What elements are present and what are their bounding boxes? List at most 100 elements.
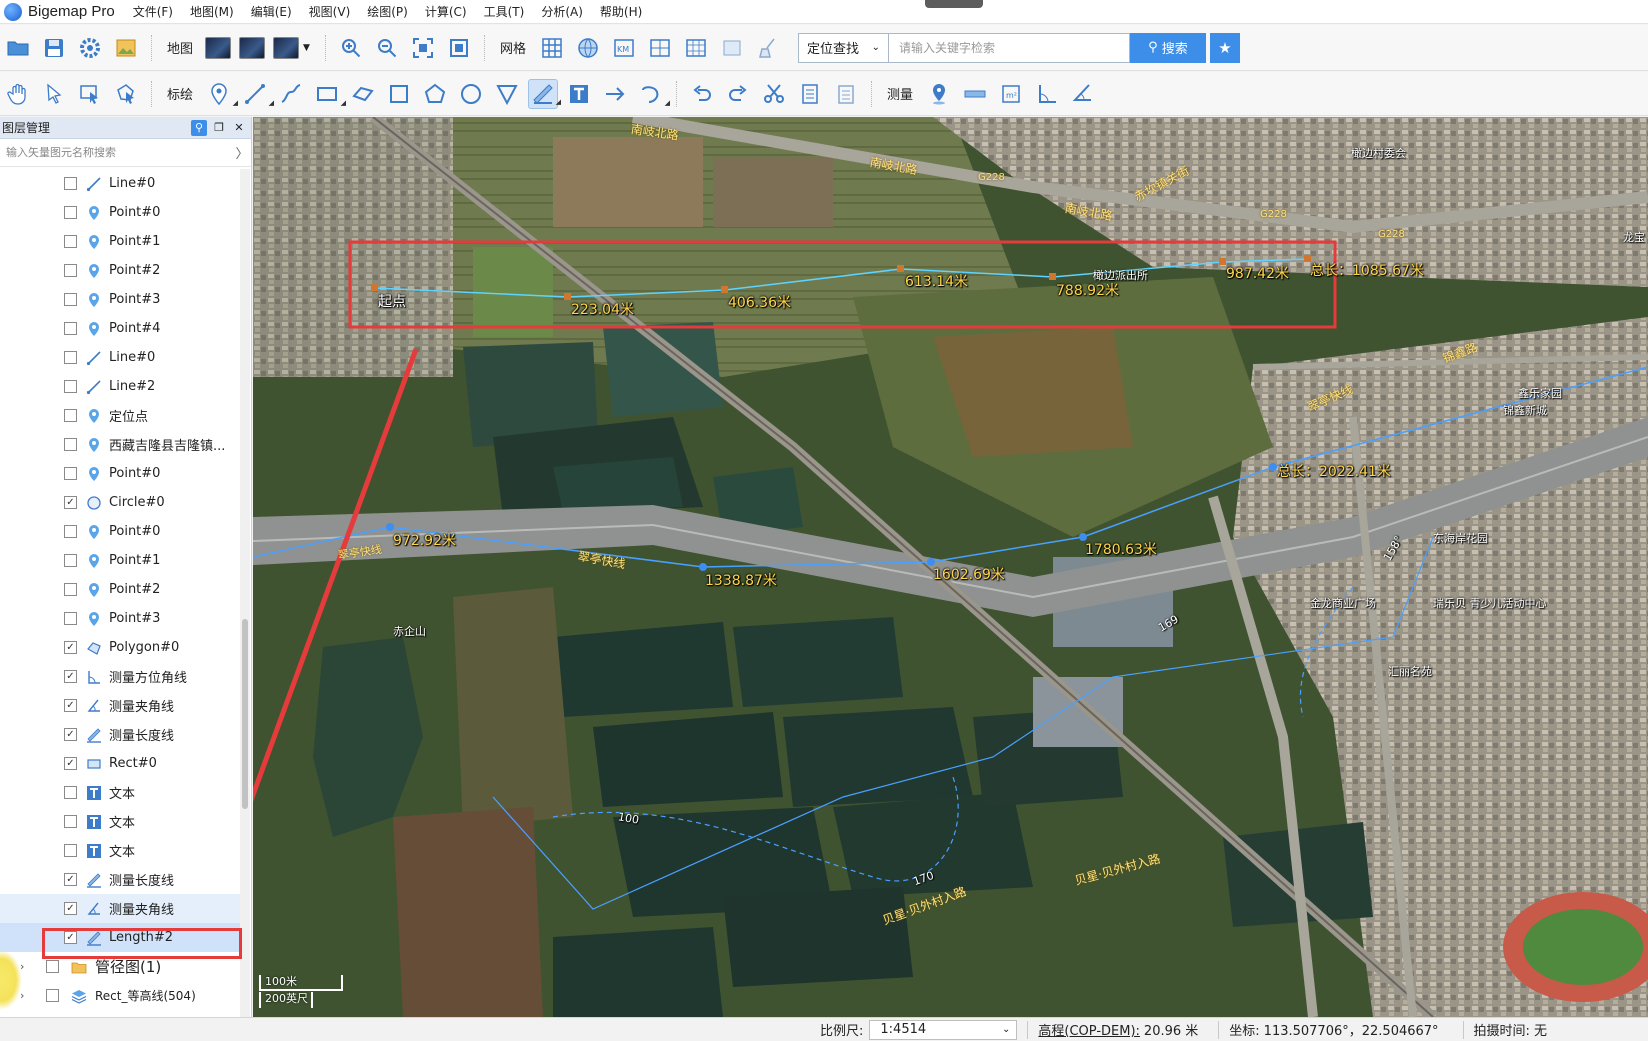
measure-azimuth-button[interactable] xyxy=(1032,79,1062,109)
layer-checkbox[interactable] xyxy=(64,235,77,248)
layer-checkbox[interactable]: ✓ xyxy=(64,496,77,509)
layer-checkbox[interactable] xyxy=(64,177,77,190)
measure-angle-button[interactable] xyxy=(1068,79,1098,109)
layer-checkbox[interactable] xyxy=(64,206,77,219)
layer-checkbox[interactable] xyxy=(64,583,77,596)
layer-checkbox[interactable] xyxy=(64,844,77,857)
grid-button[interactable] xyxy=(537,33,567,63)
draw-curve-arrow-button[interactable]: ◢ xyxy=(636,79,670,109)
layer-checkbox[interactable] xyxy=(64,554,77,567)
draw-point-button[interactable]: ◢ xyxy=(204,79,238,109)
layer-checkbox[interactable] xyxy=(64,409,77,422)
open-folder-button[interactable] xyxy=(3,33,33,63)
close-icon[interactable]: ✕ xyxy=(231,120,247,136)
layer-item[interactable]: ✓ Rect#0 xyxy=(0,749,240,778)
paste-button[interactable] xyxy=(831,79,861,109)
layer-checkbox[interactable]: ✓ xyxy=(64,670,77,683)
draw-parallelogram-button[interactable] xyxy=(348,79,378,109)
draw-arrow-button[interactable] xyxy=(600,79,630,109)
layer-item[interactable]: Point#3 xyxy=(0,604,240,633)
measure-area-button[interactable]: m² xyxy=(996,79,1026,109)
menu-tools[interactable]: 工具(T) xyxy=(484,3,525,20)
layer-item[interactable]: ✓ Polygon#0 xyxy=(0,633,240,662)
layer-item[interactable]: ✓ 测量长度线 xyxy=(0,720,240,749)
layer-item[interactable]: Point#0 xyxy=(0,459,240,488)
scale-select[interactable]: 1:4514 ⌄ xyxy=(869,1019,1018,1040)
map-source-night-button[interactable] xyxy=(239,36,266,59)
menu-help[interactable]: 帮助(H) xyxy=(600,3,642,20)
layer-checkbox[interactable]: ✓ xyxy=(64,902,77,915)
search-icon[interactable]: ⚲ xyxy=(191,119,207,136)
layer-item[interactable]: 文本 xyxy=(0,836,240,865)
window-grip[interactable] xyxy=(925,0,983,8)
latlng-grid-button[interactable] xyxy=(573,33,603,63)
favorite-button[interactable]: ★ xyxy=(1209,32,1240,63)
undo-button[interactable] xyxy=(687,79,717,109)
menu-view[interactable]: 视图(V) xyxy=(309,3,351,20)
box-select-button[interactable] xyxy=(75,79,105,109)
layer-item[interactable]: Point#4 xyxy=(0,314,240,343)
layer-item[interactable]: ✓ Circle#0 xyxy=(0,488,240,517)
layer-checkbox[interactable] xyxy=(64,380,77,393)
layer-checkbox[interactable]: ✓ xyxy=(64,757,77,770)
scrollbar-thumb[interactable] xyxy=(242,619,248,809)
image-button[interactable] xyxy=(111,33,141,63)
menu-calc[interactable]: 计算(C) xyxy=(425,3,467,20)
menu-analysis[interactable]: 分析(A) xyxy=(541,3,583,20)
layer-item[interactable]: Point#0 xyxy=(0,517,240,546)
copy-button[interactable] xyxy=(795,79,825,109)
zoom-extent-button[interactable] xyxy=(408,33,438,63)
zoom-in-button[interactable] xyxy=(336,33,366,63)
draw-polygon-button[interactable] xyxy=(420,79,450,109)
draw-circle-button[interactable] xyxy=(456,79,486,109)
draw-rect-button[interactable]: ◢ xyxy=(312,79,346,109)
clear-button[interactable] xyxy=(753,33,783,63)
draw-curve-button[interactable] xyxy=(276,79,306,109)
layer-item[interactable]: ✓ 测量夹角线 xyxy=(0,894,240,923)
layer-panel-scrollbar[interactable] xyxy=(240,169,250,1017)
nm-grid-button[interactable] xyxy=(645,33,675,63)
layer-checkbox[interactable] xyxy=(64,786,77,799)
layer-search-input[interactable] xyxy=(6,146,233,159)
layer-checkbox[interactable]: ✓ xyxy=(64,641,77,654)
float-panel-icon[interactable]: ❐ xyxy=(211,120,227,136)
menu-draw[interactable]: 绘图(P) xyxy=(367,3,408,20)
layer-item[interactable]: Point#2 xyxy=(0,256,240,285)
map-source-hybrid-button[interactable] xyxy=(273,36,300,59)
measure-point-button[interactable] xyxy=(924,79,954,109)
layer-item[interactable]: Line#0 xyxy=(0,169,240,198)
redo-button[interactable] xyxy=(723,79,753,109)
layer-checkbox[interactable] xyxy=(64,438,77,451)
measure-length-draw-button[interactable]: ◢ xyxy=(528,78,561,109)
mgrs-grid-button[interactable] xyxy=(681,33,711,63)
zoom-out-button[interactable] xyxy=(372,33,402,63)
elevation-label[interactable]: 高程(COP-DEM): xyxy=(1038,1020,1140,1039)
layer-item[interactable]: ✓ 测量夹角线 xyxy=(0,691,240,720)
layer-item[interactable]: Point#3 xyxy=(0,285,240,314)
layer-item[interactable]: 西藏吉隆县吉隆镇... xyxy=(0,430,240,459)
layer-item[interactable]: 文本 xyxy=(0,778,240,807)
draw-square-button[interactable] xyxy=(384,79,414,109)
layer-checkbox[interactable]: ✓ xyxy=(64,931,77,944)
layer-checkbox[interactable] xyxy=(64,525,77,538)
chevron-right-icon[interactable]: 〉 xyxy=(233,143,251,162)
layer-checkbox[interactable] xyxy=(64,612,77,625)
layer-group[interactable]: › Rect_等高线(504) xyxy=(0,981,240,1010)
layer-item[interactable]: Point#1 xyxy=(0,546,240,575)
measure-length-button[interactable] xyxy=(960,79,990,109)
layer-checkbox[interactable]: ✓ xyxy=(64,728,77,741)
cut-button[interactable] xyxy=(759,79,789,109)
km-grid-button[interactable]: KM xyxy=(609,33,639,63)
layer-group-checkbox[interactable] xyxy=(46,989,59,1002)
layer-item[interactable]: ✓ Length#2 xyxy=(0,923,240,952)
layer-item[interactable]: 文本 xyxy=(0,807,240,836)
settings-button[interactable] xyxy=(75,33,105,63)
layer-checkbox[interactable]: ✓ xyxy=(64,699,77,712)
layer-item[interactable]: ✓ 测量长度线 xyxy=(0,865,240,894)
layer-item[interactable]: Point#2 xyxy=(0,575,240,604)
menu-map[interactable]: 地图(M) xyxy=(190,3,234,20)
layer-item[interactable]: Point#1 xyxy=(0,227,240,256)
draw-line-button[interactable]: ◢ xyxy=(240,79,274,109)
layer-checkbox[interactable] xyxy=(64,264,77,277)
chevron-down-icon[interactable]: ▼ xyxy=(303,43,310,53)
